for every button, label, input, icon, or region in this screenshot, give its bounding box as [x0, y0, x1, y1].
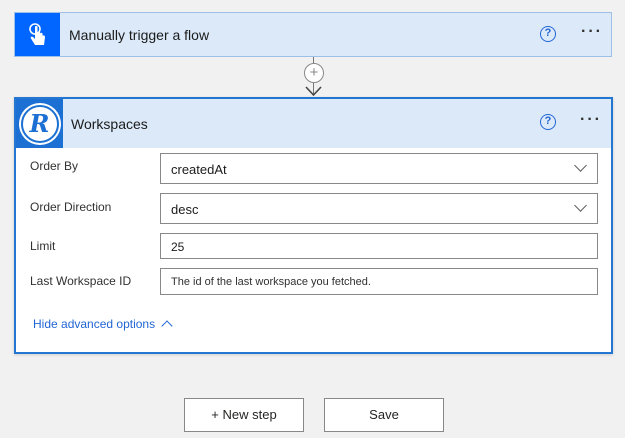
hide-advanced-options-label: Hide advanced options — [33, 317, 156, 331]
order-direction-value: desc — [171, 202, 199, 217]
action-title: Workspaces — [71, 116, 148, 132]
order-direction-label: Order Direction — [30, 200, 112, 214]
connector-logo: R — [16, 99, 63, 148]
add-step-button[interactable]: + — [304, 63, 324, 83]
save-button[interactable]: Save — [324, 398, 444, 432]
limit-label: Limit — [30, 239, 56, 253]
chevron-down-icon — [574, 159, 587, 172]
touch-hand-icon — [28, 22, 45, 45]
arrow-down-icon — [305, 86, 322, 97]
trigger-card[interactable]: Manually trigger a flow ? ··· — [14, 12, 612, 57]
trigger-title: Manually trigger a flow — [69, 27, 210, 43]
order-by-label: Order By — [30, 159, 79, 173]
action-help-icon[interactable]: ? — [540, 114, 556, 130]
new-step-button[interactable]: + New step — [184, 398, 304, 432]
order-by-value: createdAt — [171, 162, 227, 177]
action-header[interactable]: R Workspaces ? ··· — [16, 99, 611, 148]
chevron-down-icon — [574, 199, 587, 212]
order-direction-dropdown[interactable]: desc — [160, 193, 598, 224]
last-workspace-id-label: Last Workspace ID — [30, 274, 132, 288]
trigger-help-icon[interactable]: ? — [540, 26, 556, 42]
trigger-more-menu-button[interactable]: ··· — [581, 23, 603, 41]
hide-advanced-options-link[interactable]: Hide advanced options — [33, 317, 173, 332]
order-by-dropdown[interactable]: createdAt — [160, 153, 598, 184]
action-more-menu-button[interactable]: ··· — [580, 111, 602, 129]
connector-logo-icon: R — [20, 104, 59, 143]
last-workspace-id-placeholder: The id of the last workspace you fetched… — [171, 276, 371, 288]
chevron-up-icon — [161, 320, 173, 332]
last-workspace-id-input[interactable]: The id of the last workspace you fetched… — [160, 268, 598, 295]
action-card[interactable]: R Workspaces ? ··· Order By createdAt Or… — [14, 97, 613, 354]
limit-value: 25 — [171, 240, 185, 254]
limit-input[interactable]: 25 — [160, 233, 598, 259]
trigger-icon-box — [15, 13, 60, 56]
